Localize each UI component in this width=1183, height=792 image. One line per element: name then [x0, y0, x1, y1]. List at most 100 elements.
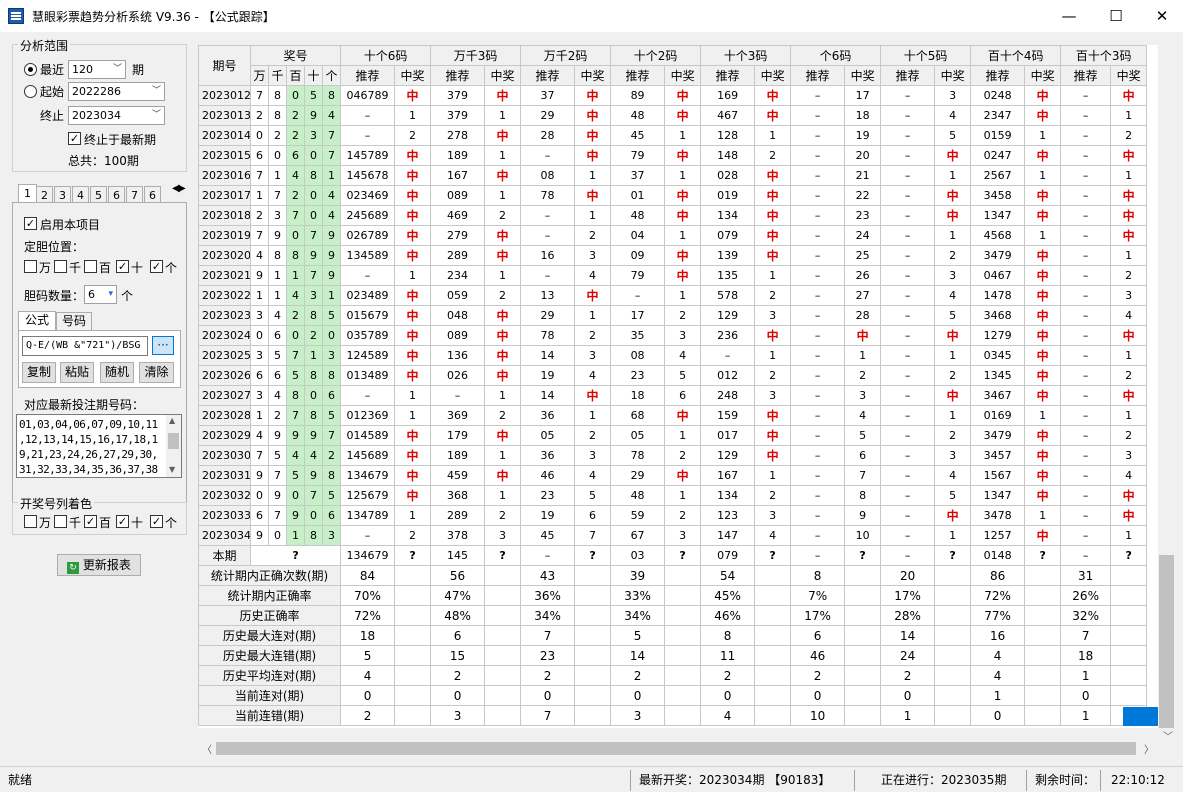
stats-value: 1: [970, 685, 1026, 706]
draw-digit-cell: 1: [250, 405, 269, 426]
hit-cell: 1: [484, 185, 522, 206]
scroll-up-icon[interactable]: ▲: [169, 416, 175, 425]
recent-count-select[interactable]: 120 ﹀: [68, 60, 126, 79]
stats-blank: [484, 645, 522, 666]
stats-blank: [934, 665, 972, 686]
table-row[interactable]: 2023016 7 1 4 8 1 145678 中 167 中 08 1 37 1 028 中 –21–1 25…: [198, 165, 1148, 186]
table-row[interactable]: 2023032 0 9 0 7 5 125679 中 368 1 23 5 48 1 134 2–8–5 134…: [198, 485, 1148, 506]
table-row[interactable]: 2023025 3 5 7 1 3 124589 中 136 中 14 3 08 4–1–1–1 0345 中…: [198, 345, 1148, 366]
hit-cell: 中: [754, 445, 792, 466]
table-row[interactable]: 2023022 1 1 4 3 1 023489 中 059 2 13 中 –1 578 2–27–4 147…: [198, 285, 1148, 306]
positions-checkbox-3[interactable]: [84, 260, 97, 273]
end-period-select[interactable]: 2023034 ﹀: [68, 106, 165, 125]
formula-input[interactable]: Q-E/(WB &"721")/BSG: [22, 336, 148, 356]
table-row[interactable]: 2023018 2 3 7 0 4 245689 中 469 2–1 48 中 134 中 –23– 中 134…: [198, 205, 1148, 226]
table-row[interactable]: 2023029 4 9 9 9 7 014589 中 179 中 05 2 05 1 017 中 –5–2 347…: [198, 425, 1148, 446]
stats-blank: [1024, 685, 1062, 706]
start-period-select[interactable]: 2022286 ﹀: [68, 82, 165, 101]
color-positions-checkbox-1[interactable]: [24, 515, 37, 528]
count-label: 胆码数量：: [24, 289, 85, 303]
table-row[interactable]: 2023024 0 6 0 2 0 035789 中 089 中 78 2 35 3 236 中 – 中 – 中 127…: [198, 325, 1148, 346]
table-row[interactable]: 2023020 4 8 8 9 9 134589 中 289 中 16 3 09 中 139 中 –25–2 34…: [198, 245, 1148, 266]
vertical-scrollbar[interactable]: [1158, 45, 1175, 728]
hit-cell: 4: [664, 345, 702, 366]
numbers-textarea[interactable]: 01,03,04,06,07,09,10,11 ,12,13,14,15,16,1…: [16, 414, 182, 478]
draw-digit-cell: 6: [250, 145, 269, 166]
positions-checkbox-2[interactable]: [54, 260, 67, 273]
enable-checkbox[interactable]: ✓: [24, 217, 37, 230]
hit-cell: 中: [394, 425, 432, 446]
minimize-button[interactable]: —: [1046, 0, 1092, 32]
stats-value: 46: [790, 645, 846, 666]
copy-button[interactable]: 复制: [22, 362, 56, 383]
recent-radio[interactable]: [24, 63, 37, 76]
table-row[interactable]: 2023019 7 9 0 7 9 026789 中 279 中 –2 04 1 079 中 –24–1 456…: [198, 225, 1148, 246]
recommend-cell: 079: [700, 225, 756, 246]
table-row[interactable]: 2023027 3 4 8 0 6–1–1 14 中 18 6 248 3–3– 中 3467 中 – 中: [198, 385, 1148, 406]
table-row[interactable]: 2023014 0 2 2 3 7–2 278 中 28 中 45 1 128 1–19–5 0159 1–2: [198, 125, 1148, 146]
digit-header: 个: [321, 65, 342, 86]
horizontal-scroll-thumb[interactable]: [216, 742, 1136, 755]
paste-button[interactable]: 粘贴: [60, 362, 94, 383]
recommend-cell: 159: [700, 405, 756, 426]
positions-checkbox-4[interactable]: ✓: [116, 260, 129, 273]
tab-formula[interactable]: 公式: [18, 311, 56, 331]
color-positions-label-4: 十: [131, 516, 144, 530]
start-radio[interactable]: [24, 85, 37, 98]
table-row[interactable]: 2023026 6 6 5 8 8 013489 中 026 中 19 4 23 5 012 2–2–2 134…: [198, 365, 1148, 386]
stats-blank: [394, 665, 432, 686]
table-row[interactable]: 2023023 3 4 2 8 5 015679 中 048 中 29 1 17 2 129 3–28–5 34…: [198, 305, 1148, 326]
table-row[interactable]: 2023012 7 8 0 5 8 046789 中 379 中 37 中 89 中 169 中 –17–3 02…: [198, 85, 1148, 106]
clear-button[interactable]: 清除: [139, 362, 174, 383]
color-positions-checkbox-5[interactable]: ✓: [150, 515, 163, 528]
table-row[interactable]: 2023013 2 8 2 9 4–1 379 1 29 中 48 中 467 中 –18–4 2347 中 –1: [198, 105, 1148, 126]
tab-scroll-right-icon[interactable]: ▶: [178, 183, 186, 194]
scroll-down-icon[interactable]: ▼: [169, 465, 175, 474]
recommend-cell: –: [340, 265, 396, 286]
scroll-right-icon[interactable]: 〉: [1144, 741, 1154, 756]
current-period-row[interactable]: 本期? 134679? 145? –? 03? 079? –? –? 0148? –?: [198, 545, 1148, 566]
table-row[interactable]: 2023034 9 0 1 8 3–2 378 3 45 7 67 3 147 4–10–1 1257 中 –1: [198, 525, 1148, 546]
selected-cell-highlight[interactable]: [1123, 707, 1158, 726]
color-positions-checkbox-2[interactable]: [54, 515, 67, 528]
hit-cell: 中: [484, 365, 522, 386]
recommend-cell: –: [1060, 445, 1112, 466]
recommend-cell: –: [880, 425, 936, 446]
random-button[interactable]: 随机: [100, 362, 134, 383]
formula-more-button[interactable]: ···: [152, 336, 174, 355]
positions-checkbox-1[interactable]: [24, 260, 37, 273]
update-report-button[interactable]: ↻ 更新报表: [57, 554, 141, 576]
recommend-cell: 026: [430, 365, 486, 386]
table-row[interactable]: 2023030 7 5 4 4 2 145689 中 189 1 36 3 78 2 129 中 –6–3 345…: [198, 445, 1148, 466]
maximize-button[interactable]: ☐: [1093, 0, 1139, 32]
recommend-cell: –: [1060, 465, 1112, 486]
recommend-cell: –: [700, 345, 756, 366]
close-button[interactable]: ✕: [1139, 0, 1183, 32]
vertical-scroll-thumb[interactable]: [1159, 555, 1174, 728]
stats-blank: [394, 685, 432, 706]
color-positions-checkbox-4[interactable]: ✓: [116, 515, 129, 528]
color-positions-checkbox-3[interactable]: ✓: [84, 515, 97, 528]
scroll-left-icon[interactable]: 〈: [202, 741, 212, 756]
numbers-scrollbar[interactable]: ▲ ▼: [166, 415, 181, 477]
stats-value: 2: [430, 665, 486, 686]
hit-cell: 中: [1024, 305, 1062, 326]
horizontal-scrollbar[interactable]: 〈 〉: [198, 740, 1158, 757]
positions-checkbox-5[interactable]: ✓: [150, 260, 163, 273]
recommend-cell: 079: [700, 545, 756, 566]
hit-cell: ?: [484, 545, 522, 566]
project-tab-1[interactable]: 1: [18, 184, 37, 203]
table-row[interactable]: 2023031 9 7 5 9 8 134679 中 459 中 46 4 29 中 167 1–7–4 156…: [198, 465, 1148, 486]
scroll-thumb[interactable]: [168, 433, 179, 449]
table-row[interactable]: 2023028 1 2 7 8 5 012369 1 369 2 36 1 68 中 159 中 –4–1 016…: [198, 405, 1148, 426]
stats-value: 36%: [520, 585, 576, 606]
table-row[interactable]: 2023021 9 1 1 7 9–1 234 1–4 79 中 135 1–26–3 0467 中 –2: [198, 265, 1148, 286]
count-select[interactable]: 6 ▾: [84, 285, 117, 304]
tab-numbers[interactable]: 号码: [56, 312, 92, 330]
status-latest-draw: 最新开奖：2023034期 【90183】: [630, 770, 852, 791]
table-row[interactable]: 2023033 6 7 9 0 6 134789 1 289 2 19 6 59 2 123 3–9– 中 347…: [198, 505, 1148, 526]
end-latest-checkbox[interactable]: ✓: [68, 132, 81, 145]
table-row[interactable]: 2023017 1 7 2 0 4 023469 中 089 1 78 中 01 中 019 中 –22– 中 34…: [198, 185, 1148, 206]
scroll-down-arrow-icon[interactable]: ﹀: [1163, 728, 1173, 743]
table-row[interactable]: 2023015 6 0 6 0 7 145789 中 189 1– 中 79 中 148 2–20– 中 024…: [198, 145, 1148, 166]
